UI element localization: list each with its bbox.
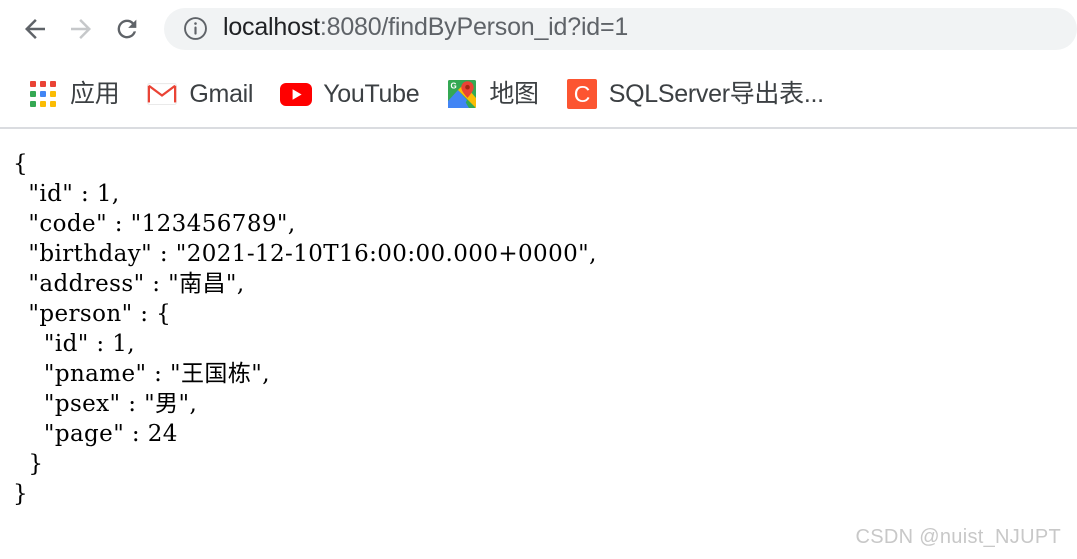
bookmark-maps[interactable]: G 地图	[437, 72, 547, 116]
back-button[interactable]	[12, 6, 58, 52]
address-bar-text: localhost:8080/findByPerson_id?id=1	[223, 15, 628, 42]
bookmarks-bar: 应用 Gmail YouTube G 地图 C SQLServer导出表...	[0, 60, 1077, 128]
bookmark-label: SQLServer导出表...	[608, 79, 824, 108]
gmail-icon	[146, 78, 178, 110]
csdn-c-icon: C	[566, 78, 598, 110]
arrow-right-icon	[71, 18, 91, 39]
info-circle-icon	[184, 17, 207, 40]
svg-text:G: G	[451, 82, 457, 91]
url-host: localhost	[223, 15, 320, 41]
reload-button[interactable]	[104, 6, 150, 52]
reload-icon	[117, 19, 137, 38]
bookmark-apps[interactable]: 应用	[18, 72, 128, 116]
forward-button[interactable]	[58, 6, 104, 52]
apps-grid-icon	[27, 78, 59, 110]
browser-window: localhost:8080/findByPerson_id?id=1 应用 G…	[0, 0, 1077, 559]
json-response-body: { "id" : 1, "code" : "123456789", "birth…	[13, 151, 597, 507]
bookmark-label: YouTube	[323, 79, 420, 108]
watermark: CSDN @nuist_NJUPT	[855, 526, 1061, 548]
bookmark-label: 应用	[70, 79, 120, 108]
bookmarks-separator	[0, 127, 1077, 129]
youtube-icon	[280, 78, 313, 110]
bookmark-label: Gmail	[189, 79, 254, 108]
svg-text:C: C	[573, 81, 590, 107]
arrow-left-icon	[25, 18, 45, 39]
address-bar[interactable]: localhost:8080/findByPerson_id?id=1	[164, 7, 1077, 50]
browser-toolbar: localhost:8080/findByPerson_id?id=1	[0, 0, 1077, 57]
page-content: { "id" : 1, "code" : "123456789", "birth…	[0, 131, 1077, 559]
google-maps-icon: G	[446, 78, 478, 110]
bookmark-label: 地图	[489, 79, 539, 108]
site-info-icon[interactable]	[182, 15, 209, 42]
url-path: :8080/findByPerson_id?id=1	[319, 15, 629, 41]
bookmark-gmail[interactable]: Gmail	[137, 72, 262, 116]
bookmark-sqlserver-export[interactable]: C SQLServer导出表...	[557, 72, 833, 116]
bookmark-youtube[interactable]: YouTube	[271, 72, 428, 116]
